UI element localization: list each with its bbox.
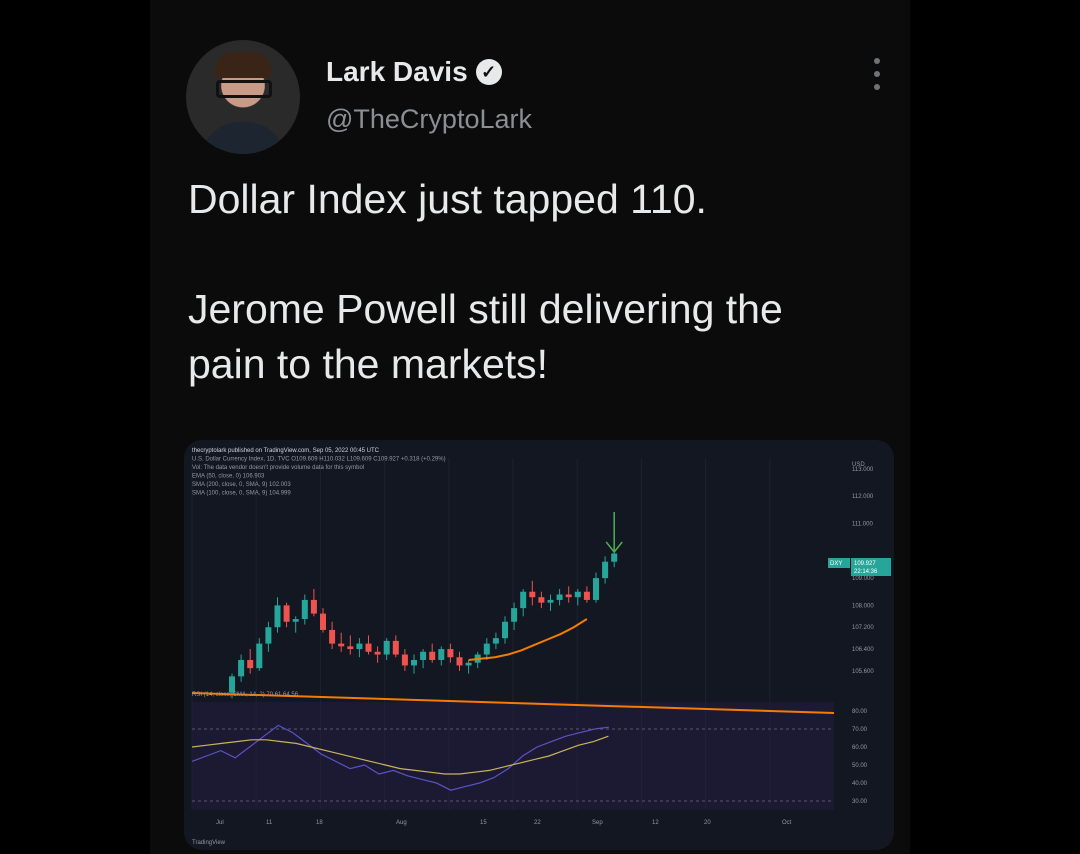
candle-body xyxy=(283,605,290,622)
candle-body xyxy=(238,659,245,677)
candle-body xyxy=(447,649,454,658)
candle-body xyxy=(256,643,263,669)
price-tick-label: 105.600 xyxy=(852,669,874,675)
candle-body xyxy=(547,599,554,603)
rsi-tick-label: 80.00 xyxy=(852,709,868,715)
candle-body xyxy=(265,627,272,644)
candle-body xyxy=(411,659,417,666)
price-tick-label: 111.000 xyxy=(852,522,873,528)
candle-body xyxy=(465,662,472,666)
x-tick-label: 11 xyxy=(266,820,273,826)
tweet-text: Dollar Index just tapped 110. Jerome Pow… xyxy=(188,176,783,387)
candle-body xyxy=(483,643,490,655)
candle-body xyxy=(374,651,381,655)
x-tick-label: 20 xyxy=(704,820,711,826)
x-tick-label: 18 xyxy=(316,820,323,826)
rsi-header-text: RSI (14, close, SMA, 14, 2) 70.61 64.56 xyxy=(192,692,299,698)
rsi-tick-label: 40.00 xyxy=(852,781,868,787)
chart-header-text: SMA (200, close, 0, SMA, 9) 102.003 xyxy=(192,482,291,488)
candle-body xyxy=(301,599,308,620)
x-tick-label: 22 xyxy=(534,820,541,826)
candle-body xyxy=(347,646,354,650)
candle-body xyxy=(565,594,572,598)
candle-body xyxy=(456,657,463,666)
candle-body xyxy=(593,578,599,600)
chart-header-text: thecryptolark published on TradingView.c… xyxy=(192,448,380,454)
x-tick-label: Jul xyxy=(216,820,224,826)
candle-body xyxy=(611,553,618,562)
candle-body xyxy=(583,591,590,600)
candle-body xyxy=(438,649,445,660)
price-badge-symbol: DXY xyxy=(830,561,842,567)
more-options-icon[interactable] xyxy=(862,58,892,90)
author-row: Lark Davis ✓ xyxy=(326,56,502,88)
chart-header-text: Vol: The data vendor doesn't provide vol… xyxy=(192,465,364,471)
chart-header-text: U.S. Dollar Currency Index, 1D, TVC O109… xyxy=(192,457,446,463)
price-tick-label: 113.000 xyxy=(852,467,874,473)
price-tick-label: 106.400 xyxy=(852,647,874,653)
rsi-tick-label: 70.00 xyxy=(852,727,868,733)
candle-body xyxy=(492,638,499,644)
price-tick-label: 107.200 xyxy=(852,625,874,631)
avatar-glasses xyxy=(216,80,272,98)
price-badge-time: 22:14:36 xyxy=(854,569,878,575)
price-badge-value: 109.927 xyxy=(854,561,876,567)
candle-body xyxy=(401,654,408,666)
candle-body xyxy=(556,594,563,600)
candle-body xyxy=(247,659,254,669)
candle-body xyxy=(502,621,508,639)
candle-body xyxy=(392,640,399,655)
candle-body xyxy=(429,651,436,660)
rsi-tick-label: 50.00 xyxy=(852,763,868,769)
tradingview-logo: TradingView xyxy=(192,840,226,846)
chart-header-text: EMA (50, close, 0) 106.903 xyxy=(192,474,265,480)
price-tick-label: 108.000 xyxy=(852,603,874,609)
candle-body xyxy=(538,597,545,603)
candle-body xyxy=(310,599,317,614)
candle-body xyxy=(420,651,427,660)
rsi-tick-label: 60.00 xyxy=(852,745,868,751)
x-tick-label: Sep xyxy=(592,820,603,826)
x-tick-label: 15 xyxy=(480,820,487,826)
price-tick-label: 112.000 xyxy=(852,494,874,500)
candle-body xyxy=(365,643,372,652)
candle-body xyxy=(292,619,299,622)
candle-body xyxy=(574,591,581,598)
candle-body xyxy=(356,643,363,650)
candle-body xyxy=(602,561,609,579)
candle-body xyxy=(329,629,336,644)
price-chart-svg: thecryptolark published on TradingView.c… xyxy=(184,440,894,850)
avatar[interactable] xyxy=(186,40,300,154)
author-handle[interactable]: @TheCryptoLark xyxy=(326,104,532,135)
x-tick-label: Aug xyxy=(396,820,407,826)
candle-body xyxy=(529,591,536,598)
avatar-hair xyxy=(214,52,272,78)
candle-body xyxy=(520,591,527,609)
x-tick-label: 12 xyxy=(652,820,659,826)
avatar-shirt xyxy=(200,122,286,154)
author-name[interactable]: Lark Davis xyxy=(326,56,468,88)
verified-badge-icon: ✓ xyxy=(475,59,502,85)
chart-header-text: SMA (100, close, 0, SMA, 9) 104.999 xyxy=(192,491,291,497)
rsi-tick-label: 30.00 xyxy=(852,799,868,805)
candle-body xyxy=(511,608,518,622)
tweet-image-chart[interactable]: thecryptolark published on TradingView.c… xyxy=(184,440,894,850)
candle-body xyxy=(229,676,235,693)
candle-body xyxy=(338,643,345,647)
x-tick-label: Oct xyxy=(782,820,792,826)
price-tick-label: 109.000 xyxy=(852,576,874,582)
candle-body xyxy=(320,613,326,630)
candle-body xyxy=(383,640,390,655)
candle-body xyxy=(274,605,281,628)
